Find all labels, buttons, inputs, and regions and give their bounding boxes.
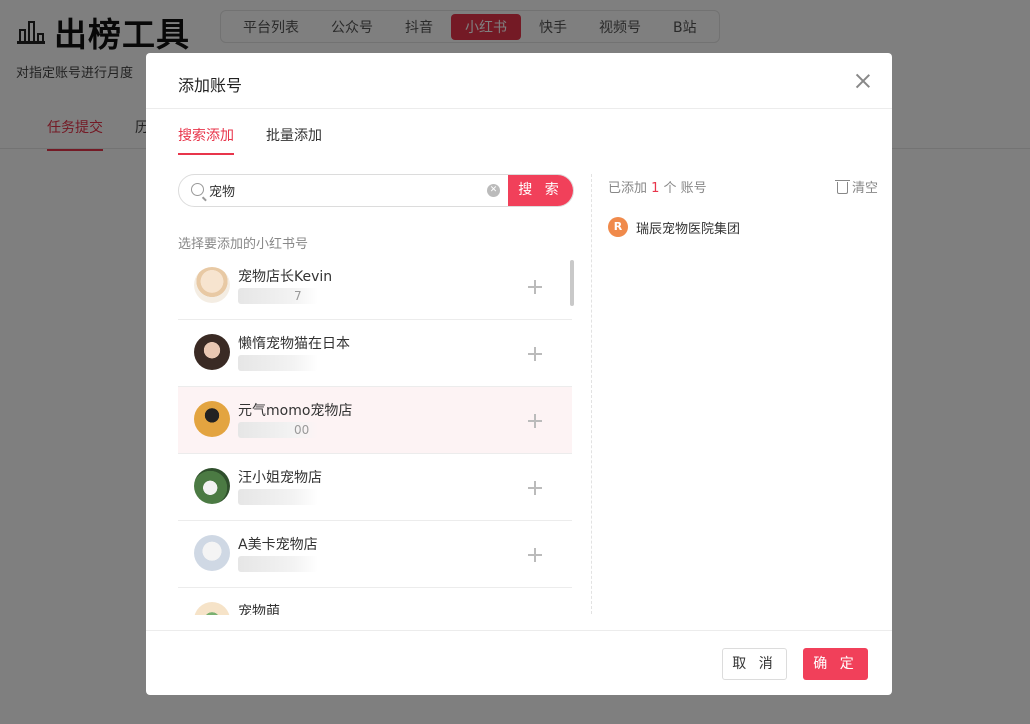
- dialog-header: 添加账号: [146, 53, 892, 109]
- avatar: [608, 217, 628, 237]
- avatar: [194, 602, 230, 615]
- plus-icon[interactable]: [528, 347, 542, 361]
- results-scrollbar[interactable]: [570, 260, 574, 306]
- tab-batch-add[interactable]: 批量添加: [266, 125, 322, 155]
- account-name: A美卡宠物店: [238, 537, 318, 553]
- account-id: [238, 556, 318, 572]
- list-item[interactable]: 元气momo宠物店 00: [178, 387, 572, 454]
- account-id: [238, 355, 318, 371]
- account-name: 宠物店长Kevin: [238, 269, 333, 285]
- account-name: 懒惰宠物猫在日本: [238, 336, 350, 352]
- tab-search-add[interactable]: 搜索添加: [178, 125, 234, 155]
- plus-icon[interactable]: [528, 548, 542, 562]
- dialog-title: 添加账号: [178, 76, 243, 95]
- list-item[interactable]: 宠物萌: [178, 588, 572, 615]
- search-input[interactable]: [209, 175, 479, 206]
- account-id: 7: [238, 288, 318, 304]
- search-bar: ✕ 搜 索: [178, 174, 574, 207]
- results-list[interactable]: 宠物店长Kevin 7 懒惰宠物猫在日本 元气momo宠物店 00 汪小姐宠物店: [178, 253, 574, 615]
- account-name: 汪小姐宠物店: [238, 470, 322, 486]
- avatar: [194, 401, 230, 437]
- dialog-footer: 取 消 确 定: [146, 630, 892, 695]
- account-name: 元气momo宠物店: [238, 403, 353, 419]
- search-icon: [191, 183, 204, 196]
- account-id: 00: [238, 422, 318, 438]
- avatar: [194, 468, 230, 504]
- added-pane: 已添加 1 个 账号 清空 瑞辰宠物医院集团: [608, 174, 878, 614]
- clear-all-button[interactable]: 清空: [834, 177, 878, 196]
- list-item[interactable]: 宠物店长Kevin 7: [178, 253, 572, 320]
- close-icon[interactable]: [852, 70, 874, 92]
- plus-icon[interactable]: [528, 280, 542, 294]
- mode-tabs: 搜索添加 批量添加: [178, 125, 322, 155]
- add-account-dialog: 添加账号 搜索添加 批量添加 ✕ 搜 索 选择要添加的小红书号 宠物店长Kevi…: [146, 53, 892, 695]
- clear-input-icon[interactable]: ✕: [487, 184, 500, 197]
- list-item[interactable]: A美卡宠物店: [178, 521, 572, 588]
- avatar: [194, 535, 230, 571]
- confirm-button[interactable]: 确 定: [803, 648, 868, 680]
- avatar: [194, 267, 230, 303]
- clear-all-label: 清空: [851, 181, 878, 196]
- added-count: 已添加 1 个 账号: [608, 181, 707, 196]
- account-id: [238, 489, 318, 505]
- list-item[interactable]: 汪小姐宠物店: [178, 454, 572, 521]
- added-account-name: 瑞辰宠物医院集团: [636, 221, 741, 237]
- list-item[interactable]: 懒惰宠物猫在日本: [178, 320, 572, 387]
- plus-icon[interactable]: [528, 481, 542, 495]
- avatar: [194, 334, 230, 370]
- search-pane: ✕ 搜 索 选择要添加的小红书号 宠物店长Kevin 7 懒惰宠物猫在日本 元气…: [178, 174, 574, 615]
- trash-icon: [834, 179, 850, 194]
- pane-divider: [591, 174, 592, 614]
- cancel-button[interactable]: 取 消: [722, 648, 787, 680]
- results-label: 选择要添加的小红书号: [178, 237, 309, 252]
- search-button[interactable]: 搜 索: [508, 175, 573, 206]
- account-name: 宠物萌: [238, 604, 280, 615]
- plus-icon[interactable]: [528, 414, 542, 428]
- added-account-item: 瑞辰宠物医院集团: [608, 217, 740, 237]
